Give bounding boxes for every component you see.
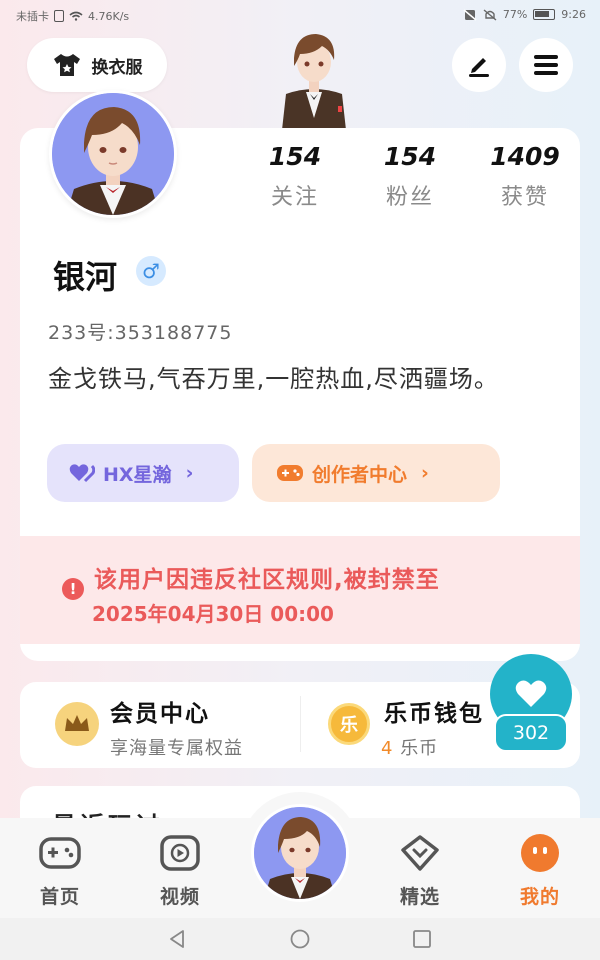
profile-face-icon — [521, 834, 559, 872]
wifi-icon — [69, 11, 83, 21]
back-triangle-icon[interactable] — [166, 928, 188, 950]
card-divider — [300, 696, 301, 752]
membership-subtitle: 享海量专属权益 — [110, 738, 243, 759]
shirt-icon — [53, 54, 80, 76]
wallet-title[interactable]: 乐币钱包 — [384, 694, 484, 728]
crown-icon[interactable] — [55, 702, 99, 746]
clock: 9:26 — [561, 8, 586, 21]
creator-center-label: 创作者中心 — [312, 463, 408, 486]
tab-featured-label: 精选 — [399, 886, 440, 908]
tab-mine[interactable]: 我的 — [500, 832, 580, 909]
stat-followers-count: 154 — [383, 142, 437, 171]
user-id: 233号:353188775 — [48, 322, 233, 344]
menu-button[interactable] — [519, 38, 573, 92]
stat-likes-count: 1409 — [490, 142, 560, 171]
change-outfit-label: 换衣服 — [91, 57, 143, 78]
tab-home-label: 首页 — [39, 886, 80, 908]
sim-icon — [54, 10, 64, 22]
user-bio: 金戈铁马,气吞万里,一腔热血,尽洒疆场。 — [48, 365, 499, 393]
menu-icon — [534, 55, 558, 75]
recents-square-icon[interactable] — [411, 928, 433, 950]
tab-home[interactable]: 首页 — [20, 832, 100, 909]
chevron-right-icon: › — [421, 462, 429, 484]
tab-featured[interactable]: 精选 — [380, 832, 460, 909]
hx-xinghan-button[interactable]: HX星瀚 › — [47, 444, 239, 502]
stat-following-count: 154 — [268, 142, 322, 171]
home-circle-icon[interactable] — [289, 928, 311, 950]
heart-box-icon — [401, 835, 439, 871]
heart-icon — [515, 680, 547, 707]
center-character-button[interactable] — [251, 804, 349, 902]
tab-video-label: 视频 — [159, 886, 200, 908]
status-bar: 未插卡 4.76K/s 77% 9:26 — [0, 0, 600, 30]
wallet-balance-number: 4 — [381, 738, 394, 759]
net-speed-text: 4.76K/s — [88, 9, 130, 23]
male-gender-icon: ♂ — [136, 256, 166, 286]
stat-likes[interactable]: 1409 获赞 — [480, 142, 570, 211]
stat-followers[interactable]: 154 粉丝 — [365, 142, 455, 211]
username: 银河 — [53, 258, 118, 296]
gamepad-icon — [277, 465, 303, 481]
crown-shape — [65, 715, 89, 731]
chevron-right-icon: › — [185, 462, 194, 484]
warning-icon: ! — [62, 578, 84, 600]
wallet-unit: 乐币 — [400, 738, 439, 759]
hx-xinghan-label: HX星瀚 — [103, 463, 172, 486]
creator-center-button[interactable]: 创作者中心 › — [252, 444, 500, 502]
stat-followers-label: 粉丝 — [385, 185, 434, 210]
user-avatar[interactable] — [49, 90, 177, 218]
avatar-image — [52, 93, 174, 215]
character-figure — [282, 34, 346, 130]
tab-mine-label: 我的 — [519, 886, 560, 908]
mute-bell-icon — [483, 8, 497, 21]
status-left: 未插卡 4.76K/s — [16, 8, 129, 24]
carrier-text: 未插卡 — [16, 10, 49, 23]
change-outfit-button[interactable]: 换衣服 — [27, 38, 167, 92]
video-play-icon — [160, 835, 200, 871]
battery-icon — [533, 9, 556, 20]
character-avatar-icon — [254, 807, 346, 899]
ban-until-date: 2025年04月30日 00:00 — [92, 602, 334, 626]
edit-icon — [469, 58, 489, 77]
status-right: 77% 9:26 — [463, 8, 586, 21]
wallet-balance: 4 乐币 — [381, 734, 438, 760]
ban-message: 该用户因违反社区规则,被封禁至 — [94, 567, 440, 593]
membership-center-title[interactable]: 会员中心 — [110, 694, 210, 728]
edit-profile-button[interactable] — [452, 38, 506, 92]
stat-following[interactable]: 154 关注 — [250, 142, 340, 211]
battery-percent: 77% — [502, 8, 528, 21]
coin-icon[interactable]: 乐 — [328, 703, 370, 745]
profile-stats: 154 关注 154 粉丝 1409 获赞 — [250, 142, 570, 211]
double-heart-icon — [69, 464, 95, 483]
stat-likes-label: 获赞 — [500, 185, 549, 210]
like-count-badge: 302 — [494, 714, 568, 752]
no-sim-icon — [463, 8, 477, 21]
gamepad-icon — [39, 837, 81, 869]
stat-following-label: 关注 — [270, 185, 319, 210]
tab-video[interactable]: 视频 — [140, 832, 220, 909]
